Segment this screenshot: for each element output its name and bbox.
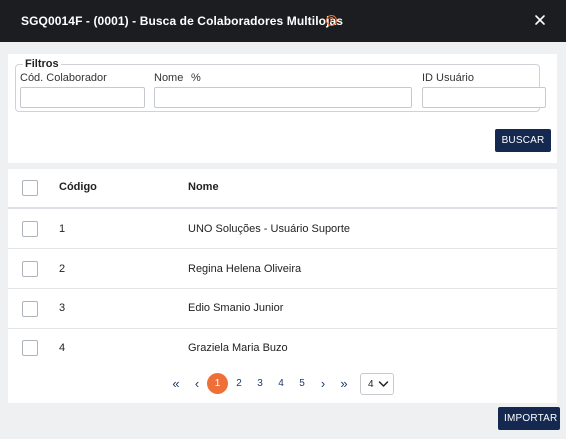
row-nome: Edio Smanio Junior <box>188 302 284 314</box>
cod-colaborador-input[interactable] <box>20 87 145 108</box>
import-button[interactable]: IMPORTAR <box>498 407 560 430</box>
dialog-title-bar: SGQ0014F - (0001) - Busca de Colaborador… <box>0 0 566 42</box>
nome-label: Nome <box>154 72 184 84</box>
first-page-icon[interactable]: « <box>168 373 184 395</box>
page-size-value: 4 <box>368 379 374 390</box>
chevron-down-icon <box>378 381 389 387</box>
nome-input[interactable] <box>154 87 412 108</box>
page-link[interactable]: 4 <box>275 373 287 395</box>
column-header-nome[interactable]: Nome <box>188 181 219 193</box>
filters-panel: Filtros Cód. Colaborador Nome % ID Usuár… <box>8 54 557 163</box>
row-nome: Regina Helena Oliveira <box>188 263 302 275</box>
id-usuario-input[interactable] <box>422 87 546 108</box>
table-row[interactable]: 4 Graziela Maria Buzo <box>8 329 557 367</box>
page-link-current[interactable]: 1 <box>207 373 228 394</box>
prev-page-icon[interactable]: ‹ <box>190 373 204 395</box>
row-nome: Graziela Maria Buzo <box>188 342 288 354</box>
pagination: « ‹ 1 2 3 4 5 › » <box>0 373 566 395</box>
nome-wildcard-hint: % <box>191 72 201 84</box>
filters-legend: Filtros <box>25 58 59 70</box>
close-icon[interactable] <box>534 14 546 26</box>
row-codigo: 3 <box>59 302 66 314</box>
search-button[interactable]: BUSCAR <box>495 129 551 152</box>
help-icon[interactable]: ? <box>326 15 337 26</box>
column-header-codigo[interactable]: Código <box>59 181 97 193</box>
last-page-icon[interactable]: » <box>336 373 352 395</box>
table-row[interactable]: 3 Edio Smanio Junior <box>8 289 557 329</box>
id-usuario-label: ID Usuário <box>422 72 474 84</box>
page-link[interactable]: 3 <box>254 373 266 395</box>
page-size-select[interactable]: 4 <box>360 373 394 395</box>
table-row[interactable]: 1 UNO Soluções - Usuário Suporte <box>8 209 557 249</box>
page-link[interactable]: 5 <box>296 373 308 395</box>
row-checkbox[interactable] <box>22 340 38 356</box>
dialog-title: SGQ0014F - (0001) - Busca de Colaborador… <box>21 14 344 28</box>
page-link[interactable]: 2 <box>233 373 245 395</box>
row-codigo: 1 <box>59 223 66 235</box>
row-checkbox[interactable] <box>22 261 38 277</box>
row-checkbox[interactable] <box>22 221 38 237</box>
cod-colaborador-label: Cód. Colaborador <box>20 72 107 84</box>
select-all-checkbox[interactable] <box>22 180 38 196</box>
row-checkbox[interactable] <box>22 301 38 317</box>
table-header-row: Código Nome <box>8 169 557 209</box>
row-codigo: 4 <box>59 342 66 354</box>
table-row[interactable]: 2 Regina Helena Oliveira <box>8 249 557 289</box>
row-nome: UNO Soluções - Usuário Suporte <box>188 223 351 235</box>
results-table: Código Nome 1 UNO Soluções - Usuário Sup… <box>8 169 557 403</box>
row-codigo: 2 <box>59 263 66 275</box>
next-page-icon[interactable]: › <box>316 373 330 395</box>
